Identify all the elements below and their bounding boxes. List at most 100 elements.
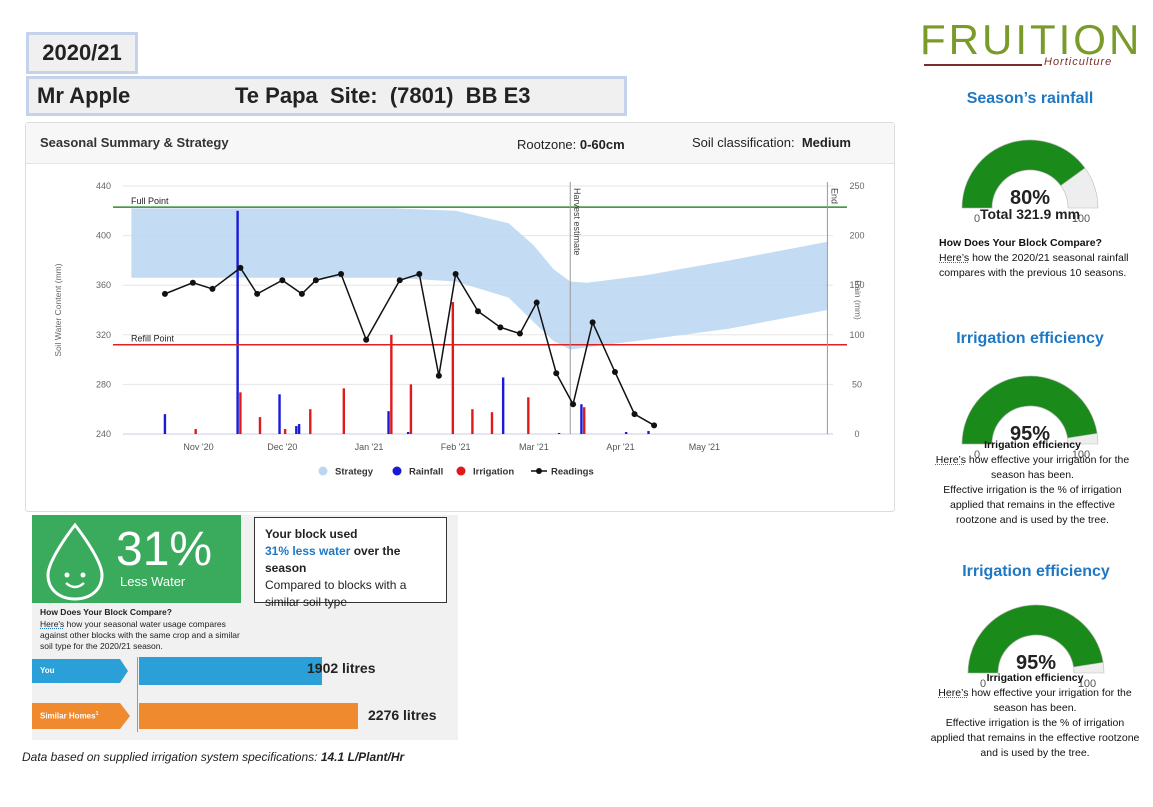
irrigation-bar <box>490 412 494 434</box>
irrigation-body-2: Here’s how effective your irrigation for… <box>930 686 1140 716</box>
rainfall-bar <box>387 411 390 434</box>
reading-point <box>298 290 305 297</box>
irrigation-body2-1: Effective irrigation is the % of irrigat… <box>943 484 1122 526</box>
reading-point <box>589 319 596 326</box>
y-tick-label: 360 <box>96 280 111 290</box>
legend-label[interactable]: Rainfall <box>409 467 443 478</box>
spec-footnote: Data based on supplied irrigation system… <box>22 750 404 764</box>
callout-line2: 31% less water over the season <box>265 543 436 577</box>
spec-footnote-value: 14.1 L/Plant/Hr <box>320 750 405 764</box>
reading-point <box>452 271 459 278</box>
irrigation-bar <box>283 429 287 434</box>
reading-point <box>237 264 244 271</box>
irrigation-subtitle-1: Irrigation efficiency <box>984 439 1081 451</box>
you-usage-bar <box>139 657 322 685</box>
irrigation-text-2: Irrigation efficiency Here’s how effecti… <box>930 671 1140 761</box>
reading-point <box>279 277 286 284</box>
season-year-label: 2020/21 <box>26 32 138 74</box>
rainfall-bar <box>406 432 410 434</box>
legend-label[interactable]: Strategy <box>335 467 374 478</box>
x-tick-label: May '21 <box>689 442 720 452</box>
similar-tag: Similar Homes1 <box>32 703 130 729</box>
legend-marker <box>392 466 402 476</box>
y2-tick-label: 200 <box>849 231 864 241</box>
x-tick-label: Apr '21 <box>606 442 634 452</box>
card-title: Seasonal Summary & Strategy <box>40 135 229 150</box>
irrigation-text-1: Irrigation efficiency Here’s how effecti… <box>930 438 1135 528</box>
spec-footnote-text: Data based on supplied irrigation system… <box>22 750 321 764</box>
y-tick-label: 240 <box>96 429 111 439</box>
reading-point <box>553 370 560 377</box>
vertical-marker-label: Harvest estimate <box>572 188 582 256</box>
soil-info: Soil classification: Medium <box>692 135 851 150</box>
usage-compare-link[interactable]: Here's <box>40 619 64 629</box>
callout-highlight: 31% less water <box>265 544 351 558</box>
irrigation-link-2[interactable]: Here’s <box>938 687 968 699</box>
x-tick-label: Nov '20 <box>183 442 213 452</box>
y-axis-title: Soil Water Content (mm) <box>53 263 63 356</box>
rainfall-bar <box>278 394 281 434</box>
less-water-caption: Less Water <box>120 574 186 589</box>
owner-name: Mr Apple <box>37 83 131 108</box>
x-tick-label: Mar '21 <box>519 442 549 452</box>
irrigation-gauge-title-1: Irrigation efficiency <box>956 330 1104 347</box>
usage-divider <box>137 657 138 732</box>
rainfall-bar <box>624 432 628 434</box>
y-tick-label: 400 <box>96 231 111 241</box>
rainfall-total-unit: mm <box>1051 206 1081 222</box>
irrigation-bar <box>239 392 242 434</box>
reading-point <box>396 277 403 284</box>
irrigation-bar <box>194 429 197 434</box>
irrigation-link-1[interactable]: Here’s <box>936 454 966 466</box>
usage-compare-body: how your seasonal water usage compares a… <box>40 619 240 651</box>
similar-usage-bar <box>139 703 358 729</box>
soil-label: Soil classification: <box>692 135 795 150</box>
irrigation-bar <box>390 334 393 434</box>
usage-callout: Your block used 31% less water over the … <box>254 517 447 609</box>
x-tick-label: Dec '20 <box>267 442 297 452</box>
legend-marker-dot <box>536 468 542 474</box>
similar-tag-sup: 1 <box>95 711 99 717</box>
logo-underline <box>924 64 1042 66</box>
rainfall-compare: How Does Your Block Compare? Here’s how … <box>939 236 1139 281</box>
reading-point <box>209 285 216 292</box>
soil-water-chart: 240280320360400440050100150200250Soil Wa… <box>53 181 865 478</box>
irrigation-bar <box>451 302 455 434</box>
irrigation-body2-2: Effective irrigation is the % of irrigat… <box>930 717 1140 759</box>
reading-point <box>651 422 658 429</box>
rainfall-bar <box>501 377 505 434</box>
irrigation-body-text-1: how effective your irrigation for the se… <box>965 454 1130 481</box>
rainfall-bar <box>647 431 650 434</box>
reading-point <box>516 330 523 337</box>
reading-point <box>435 372 442 379</box>
you-tag-label: You <box>40 666 55 675</box>
y2-tick-label: 100 <box>849 330 864 340</box>
usage-compare-title: How Does Your Block Compare? <box>40 607 172 617</box>
rainfall-compare-link[interactable]: Here’s <box>939 252 969 264</box>
x-tick-label: Jan '21 <box>355 442 384 452</box>
card-header: Seasonal Summary & Strategy Rootzone: 0-… <box>26 123 894 164</box>
you-tag: You <box>32 659 128 683</box>
less-water-percent: 31% <box>116 523 213 576</box>
site-label: Te Papa Site: (7801) BB E3 <box>235 83 531 108</box>
rainfall-total-value: Total 321.9 <box>979 206 1052 222</box>
refill-point-label: Refill Point <box>131 334 175 344</box>
legend-label[interactable]: Irrigation <box>473 467 514 478</box>
reading-point <box>570 401 577 408</box>
legend-label[interactable]: Readings <box>551 467 594 478</box>
y2-tick-label: 0 <box>854 429 859 439</box>
usage-compare-text: How Does Your Block Compare? Here's how … <box>40 607 250 652</box>
similar-usage-value: 2276 litres <box>368 707 437 723</box>
x-tick-label: Feb '21 <box>441 442 471 452</box>
rainfall-bar <box>236 210 239 434</box>
rainfall-gauge-title: Season’s rainfall <box>966 90 1094 107</box>
similar-tag-text: Similar Homes <box>40 711 96 721</box>
less-water-card: 31% Less Water <box>32 515 241 603</box>
rootzone-info: Rootzone: 0-60cm <box>517 137 625 152</box>
rootzone-label: Rootzone: <box>517 137 580 152</box>
rainfall-bar <box>295 426 298 434</box>
rainfall-compare-title: How Does Your Block Compare? <box>939 237 1102 249</box>
similar-tag-label: Similar Homes1 <box>40 711 98 721</box>
reading-point <box>189 279 196 286</box>
legend-marker <box>318 466 328 476</box>
